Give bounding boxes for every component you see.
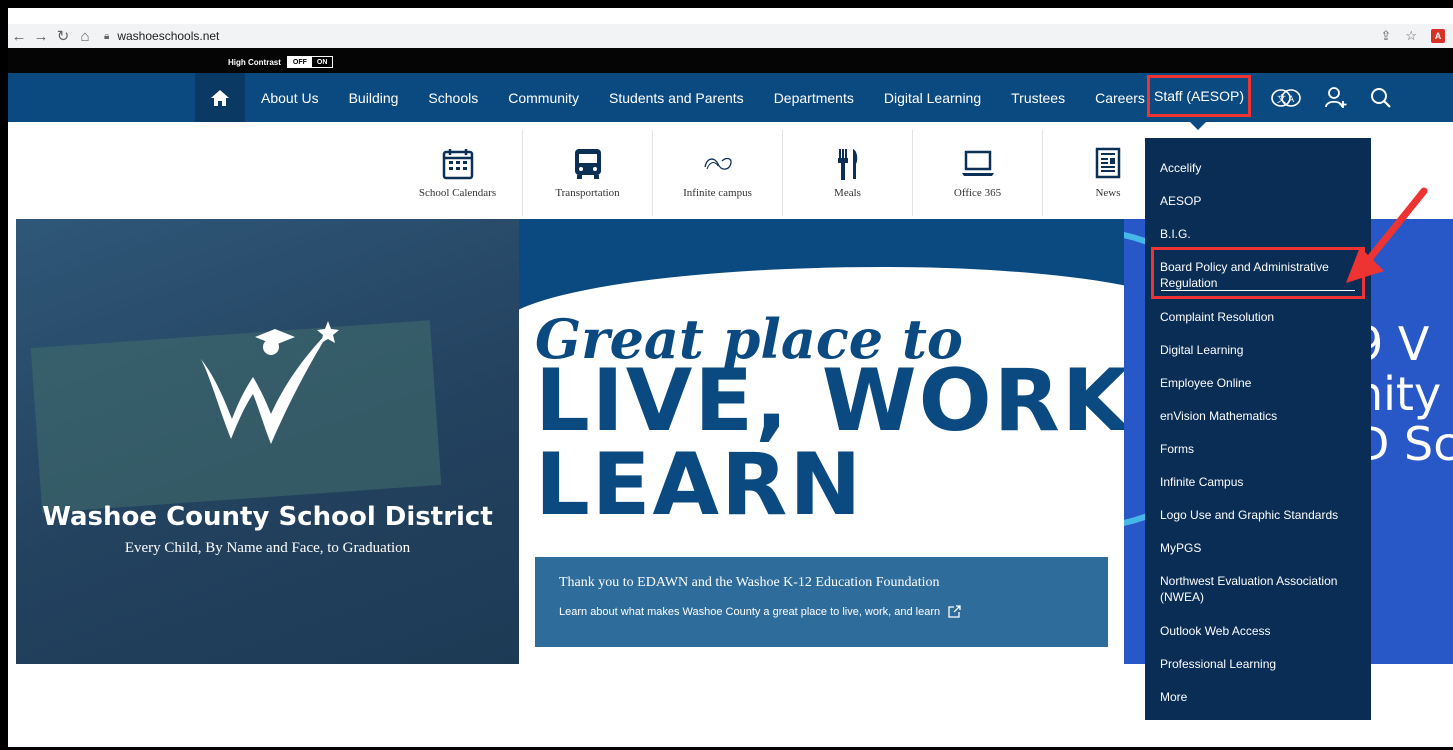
home-button[interactable] — [195, 73, 245, 122]
nav-item-about-us[interactable]: About Us — [246, 90, 334, 106]
hero-thanks-box: Thank you to EDAWN and the Washoe K-12 E… — [535, 557, 1108, 647]
bus-icon — [574, 149, 601, 179]
high-contrast-label: High Contrast — [228, 57, 281, 67]
quick-link-meals[interactable]: Meals — [783, 130, 913, 216]
hero-great-place-panel: Great place to LIVE, WORK, LEARN Thank y… — [519, 219, 1124, 664]
back-arrow-icon[interactable]: ← — [8, 25, 30, 47]
main-navigation: About Us Building Schools Community Students… — [8, 73, 1453, 122]
quick-link-calendars[interactable]: School Calendars — [393, 130, 523, 216]
newspaper-icon — [1095, 147, 1121, 179]
utility-bar — [8, 48, 1453, 73]
district-logo — [201, 321, 339, 444]
dropdown-item-digital-learning[interactable]: Digital Learning — [1145, 333, 1371, 366]
district-tagline: Every Child, By Name and Face, to Gradua… — [124, 540, 411, 556]
browser-toolbar: ← → ↻ ⌂ 🔒︎ washoeschools.net ⇪ ☆ A — [8, 24, 1453, 48]
browser-viewport: ← → ↻ ⌂ 🔒︎ washoeschools.net ⇪ ☆ A High … — [8, 8, 1453, 747]
quick-link-transportation[interactable]: Transportation — [523, 130, 653, 216]
dropdown-item-infinite-campus[interactable]: Infinite Campus — [1145, 465, 1371, 498]
house-icon — [211, 89, 229, 106]
nav-item-community[interactable]: Community — [493, 90, 594, 106]
high-contrast-off[interactable]: OFF — [287, 57, 312, 67]
address-bar[interactable]: 🔒︎ washoeschools.net — [104, 26, 1381, 46]
quick-link-label: News — [1095, 187, 1121, 199]
quick-link-label: Meals — [834, 187, 861, 199]
reload-icon[interactable]: ↻ — [52, 25, 74, 47]
svg-text:A: A — [1288, 95, 1295, 105]
calendar-icon — [442, 149, 473, 180]
search-icon[interactable] — [1370, 87, 1392, 109]
quick-link-label: School Calendars — [418, 187, 497, 199]
highlight-box — [1151, 247, 1365, 299]
external-link-icon — [948, 605, 961, 618]
pdf-extension-icon[interactable]: A — [1431, 29, 1445, 43]
red-arrow-annotation — [1346, 187, 1428, 283]
laptop-icon — [961, 150, 994, 176]
learn-more-label: Learn about what makes Washoe County a g… — [559, 605, 941, 618]
home-icon[interactable]: ⌂ — [74, 25, 96, 47]
hero-district-panel: Washoe County School District Every Chil… — [16, 219, 519, 664]
hover-underline — [1161, 290, 1355, 291]
district-name: Washoe County School District — [42, 502, 493, 532]
url-text: washoeschools.net — [117, 29, 220, 43]
fork-knife-icon — [837, 149, 857, 180]
dropdown-item-logo-use-and-graphic-standards[interactable]: Logo Use and Graphic Standards — [1145, 498, 1371, 531]
dropdown-item-complaint-resolution[interactable]: Complaint Resolution — [1145, 300, 1371, 333]
lock-icon: 🔒︎ — [104, 30, 110, 42]
learn-more-link[interactable]: Learn about what makes Washoe County a g… — [559, 605, 1084, 618]
dropdown-item-employee-online[interactable]: Employee Online — [1145, 366, 1371, 399]
quick-link-infinite-campus[interactable]: Infinite campus — [653, 130, 783, 216]
nav-item-students-and-parents[interactable]: Students and Parents — [594, 90, 759, 106]
nav-item-digital-learning[interactable]: Digital Learning — [869, 90, 996, 106]
nav-item-trustees[interactable]: Trustees — [996, 90, 1080, 106]
nav-item-building[interactable]: Building — [334, 90, 414, 106]
share-icon[interactable]: ⇪ — [1380, 28, 1391, 44]
high-contrast-toggle[interactable]: High Contrast OFF ON — [228, 56, 334, 68]
hero-big-line-2: LEARN — [535, 435, 864, 535]
dropdown-item-forms[interactable]: Forms — [1145, 432, 1371, 465]
nav-item-schools[interactable]: Schools — [413, 90, 493, 106]
dropdown-item-envision-mathematics[interactable]: enVision Mathematics — [1145, 399, 1371, 432]
translate-icon[interactable]: 文 A — [1270, 87, 1302, 109]
thanks-title: Thank you to EDAWN and the Washoe K-12 E… — [559, 575, 940, 590]
infinite-campus-icon — [703, 157, 732, 170]
quick-link-label: Transportation — [555, 187, 620, 199]
forward-arrow-icon[interactable]: → — [30, 25, 52, 47]
svg-text:文: 文 — [1277, 93, 1286, 105]
quick-links: School Calendars Transportation Infinite… — [393, 130, 1173, 216]
dropdown-item-mypgs[interactable]: MyPGS — [1145, 531, 1371, 564]
nav-item-departments[interactable]: Departments — [759, 90, 869, 106]
nav-staff-aesop[interactable]: Staff (AESOP) — [1147, 75, 1251, 117]
staff-menu-caret — [1190, 122, 1206, 130]
dropdown-item-outlook-web-access[interactable]: Outlook Web Access — [1145, 614, 1371, 647]
dropdown-item-more[interactable]: More — [1145, 680, 1371, 713]
quick-link-label: Office 365 — [953, 187, 1002, 199]
dropdown-item-professional-learning[interactable]: Professional Learning — [1145, 647, 1371, 680]
dropdown-item-accelify[interactable]: Accelify — [1145, 151, 1371, 184]
hero-big-line-1: LIVE, WORK, — [535, 351, 1124, 451]
hero-big-text: LIVE, WORK, LEARN — [535, 351, 1124, 535]
sign-in-user-icon[interactable] — [1324, 86, 1348, 110]
quick-link-label: Infinite campus — [683, 187, 752, 199]
star-icon[interactable]: ☆ — [1405, 28, 1417, 44]
dropdown-item-northwest-evaluation-association-nwea[interactable]: Northwest Evaluation Association (NWEA) — [1145, 564, 1371, 614]
quick-link-office365[interactable]: Office 365 — [913, 130, 1043, 216]
high-contrast-on[interactable]: ON — [311, 57, 333, 67]
